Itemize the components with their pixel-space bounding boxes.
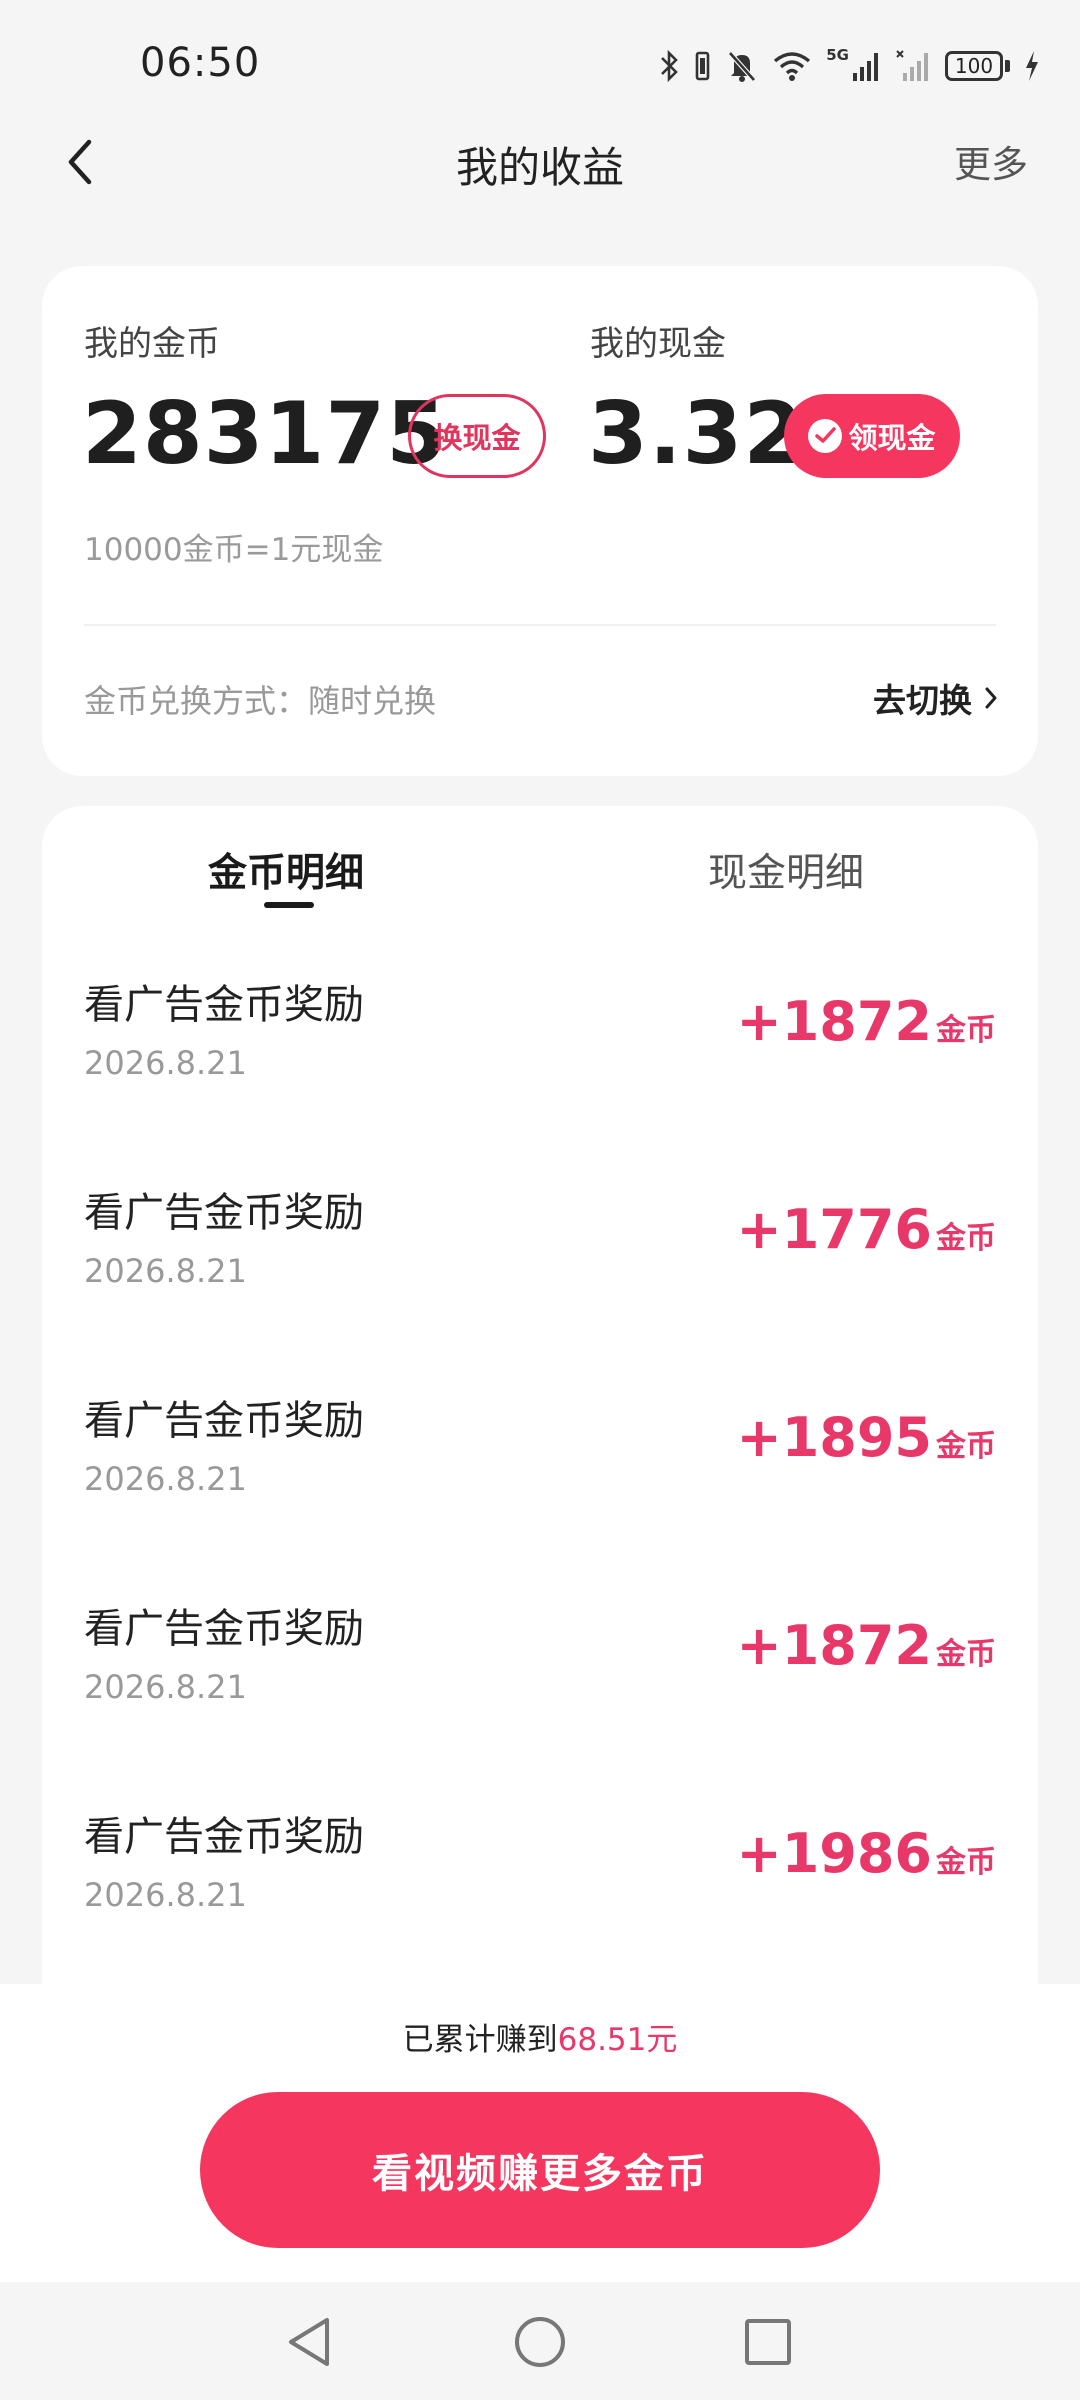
record-amount-unit: 金币: [936, 1429, 996, 1464]
records-card: 金币明细 现金明细 看广告金币奖励 2026.8.21 +1872 金币 看广告…: [42, 806, 1038, 2046]
bluetooth-icon: [661, 49, 679, 83]
switch-label: 去切换: [873, 681, 972, 720]
circle-home-icon: [515, 2317, 565, 2367]
page-title: 我的收益: [455, 143, 624, 192]
total-amount: 68.51元: [557, 2022, 678, 2058]
square-recents-icon: [745, 2319, 791, 2365]
record-title: 看广告金币奖励: [84, 982, 364, 1028]
system-nav-bar: [0, 2282, 1080, 2400]
record-amount: +1895 金币: [736, 1406, 996, 1469]
chevron-right-icon: [985, 687, 997, 709]
coin-label: 我的金币: [84, 324, 220, 364]
signal-icon: [896, 50, 928, 81]
record-amount-unit: 金币: [936, 1013, 996, 1048]
cash-value: 3.32: [588, 384, 805, 484]
watch-video-button[interactable]: 看视频赚更多金币: [200, 2092, 880, 2248]
signal-icon: [853, 53, 878, 81]
coin-value: 283175: [82, 384, 448, 484]
list-item[interactable]: 看广告金币奖励 2026.8.21 +1872 金币: [42, 944, 1038, 1152]
coin-record-list: 看广告金币奖励 2026.8.21 +1872 金币 看广告金币奖励 2026.…: [42, 944, 1038, 1984]
bottom-panel: 已累计赚到68.51元 看视频赚更多金币: [0, 1984, 1080, 2282]
record-title: 看广告金币奖励: [84, 1398, 364, 1444]
record-amount-unit: 金币: [936, 1637, 996, 1672]
battery-indicator: 100: [945, 51, 1010, 81]
withdraw-label: 领现金: [848, 421, 936, 455]
triangle-back-icon: [289, 2318, 329, 2366]
record-date: 2026.8.21: [84, 1252, 247, 1290]
record-amount-value: +1986: [736, 1822, 932, 1885]
list-item[interactable]: 看广告金币奖励 2026.8.21 +1986 金币: [42, 1776, 1038, 1984]
mute-icon: [728, 51, 757, 82]
record-date: 2026.8.21: [84, 1460, 247, 1498]
list-item[interactable]: 看广告金币奖励 2026.8.21 +1776 金币: [42, 1152, 1038, 1360]
record-title: 看广告金币奖励: [84, 1814, 364, 1860]
battery-tip: [1005, 60, 1010, 72]
tab-cash-details[interactable]: 现金明细: [708, 842, 864, 898]
switch-method-button[interactable]: 去切换: [873, 674, 998, 722]
divider: [84, 624, 996, 626]
balance-card: 我的金币 283175 换现金 我的现金 3.32 领现金 10000金币=1元…: [42, 266, 1038, 776]
total-earned: 已累计赚到68.51元: [0, 2014, 1080, 2059]
record-amount-value: +1872: [736, 1614, 932, 1677]
withdraw-cash-button[interactable]: 领现金: [784, 394, 960, 478]
nav-home-button[interactable]: [510, 2312, 570, 2372]
app-header: 我的收益 更多: [0, 120, 1080, 204]
record-title: 看广告金币奖励: [84, 1190, 364, 1236]
record-amount-value: +1776: [736, 1198, 932, 1261]
record-amount-unit: 金币: [936, 1845, 996, 1880]
record-amount: +1872 金币: [736, 990, 996, 1053]
status-time: 06:50: [140, 40, 261, 86]
record-amount-value: +1872: [736, 990, 932, 1053]
vibrate-icon: [695, 51, 710, 81]
more-button[interactable]: 更多: [954, 134, 1028, 188]
record-amount: +1872 金币: [736, 1614, 996, 1677]
record-date: 2026.8.21: [84, 1044, 247, 1082]
charging-icon: [1026, 51, 1038, 81]
battery-level: 100: [945, 51, 1003, 81]
exchange-cash-button[interactable]: 换现金: [408, 394, 546, 478]
tab-coin-details[interactable]: 金币明细: [208, 842, 364, 898]
list-item[interactable]: 看广告金币奖励 2026.8.21 +1872 金币: [42, 1568, 1038, 1776]
exchange-method-text: 金币兑换方式：随时兑换: [84, 682, 437, 720]
active-tab-indicator: [264, 902, 314, 908]
wifi-icon: [774, 52, 811, 81]
record-amount: +1776 金币: [736, 1198, 996, 1261]
record-amount-unit: 金币: [936, 1221, 996, 1256]
record-title: 看广告金币奖励: [84, 1606, 364, 1652]
network-type: 5G: [826, 46, 849, 64]
total-prefix: 已累计赚到: [402, 2022, 558, 2058]
record-date: 2026.8.21: [84, 1668, 247, 1706]
nav-back-button[interactable]: [280, 2312, 340, 2372]
status-icons: 5G 100: [660, 44, 1040, 88]
record-date: 2026.8.21: [84, 1876, 247, 1914]
status-bar: 06:50 5G 100: [0, 0, 1080, 130]
wechat-icon: [808, 419, 843, 453]
record-amount: +1986 金币: [736, 1822, 996, 1885]
list-item[interactable]: 看广告金币奖励 2026.8.21 +1895 金币: [42, 1360, 1038, 1568]
nav-recents-button[interactable]: [738, 2312, 798, 2372]
record-amount-value: +1895: [736, 1406, 932, 1469]
exchange-rate-text: 10000金币=1元现金: [84, 532, 384, 568]
cash-label: 我的现金: [590, 324, 726, 364]
